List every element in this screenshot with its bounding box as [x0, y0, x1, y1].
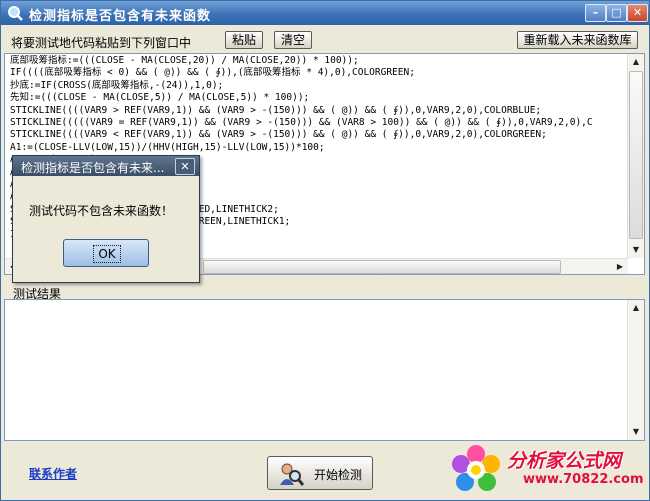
start-check-button[interactable]: 开始检测 [267, 456, 373, 490]
code-line: STICKLINE((((VAR9 < REF(VAR9,1)) && (VAR… [10, 129, 547, 141]
code-line: 底部吸筹指标:=(((CLOSE - MA(CLOSE,20)) / MA(CL… [10, 55, 359, 66]
scroll-up-arrow-icon[interactable]: ▲ [628, 54, 644, 70]
code-line: 先知:=(((CLOSE - MA(CLOSE,5)) / MA(CLOSE,5… [10, 92, 310, 104]
contact-author-link[interactable]: 联系作者 [29, 465, 77, 482]
minimize-button[interactable]: – [585, 4, 606, 22]
title-bar[interactable]: 检测指标是否包含有未来函数 – □ ✕ [1, 1, 649, 25]
instruction-label: 将要测试地代码粘贴到下列窗口中 [11, 36, 192, 50]
results-scroll-up-icon[interactable]: ▲ [628, 300, 644, 316]
code-line: A1:=(CLOSE-LLV(LOW,15))/(HHV(HIGH,15)-LL… [10, 141, 325, 153]
code-line: 抄底:=IF(CROSS(底部吸筹指标,-(24)),1,0); [10, 79, 224, 91]
h-scroll-thumb[interactable] [203, 260, 561, 274]
message-dialog: 检测指标是否包含有未来... ✕ 测试代码不包含未来函数！ OK [12, 155, 200, 283]
dialog-body: 测试代码不包含未来函数！ OK [13, 176, 199, 282]
scroll-thumb[interactable] [629, 71, 643, 239]
close-button[interactable]: ✕ [627, 4, 648, 22]
results-vertical-scrollbar[interactable]: ▲ ▼ [627, 300, 644, 440]
logo-url: www.70822.com [523, 472, 644, 487]
results-scroll-down-icon[interactable]: ▼ [628, 424, 644, 440]
maximize-button[interactable]: □ [606, 4, 627, 22]
site-logo: 分析家公式网 www.70822.com [447, 442, 647, 494]
code-line: STICKLINE((((VAR9 > REF(VAR9,1)) && (VAR… [10, 104, 542, 116]
window-title: 检测指标是否包含有未来函数 [29, 9, 212, 24]
start-check-label: 开始检测 [314, 468, 363, 482]
code-line: IF((((底部吸筹指标 < 0) && ( @)) && ( ∮)),(底部吸… [10, 67, 415, 79]
dialog-title: 检测指标是否包含有未来... [21, 161, 165, 175]
scroll-right-arrow-icon[interactable]: ▶ [612, 259, 628, 274]
code-vertical-scrollbar[interactable]: ▲ ▼ [627, 54, 644, 258]
code-line: STICKLINE(((((VAR9 = REF(VAR9,1)) && (VA… [10, 117, 593, 129]
dialog-title-bar[interactable]: 检测指标是否包含有未来... ✕ [13, 156, 199, 176]
logo-name: 分析家公式网 [507, 450, 622, 472]
dialog-message: 测试代码不包含未来函数！ [29, 204, 174, 218]
dialog-close-icon[interactable]: ✕ [175, 158, 195, 175]
user-search-icon [280, 463, 304, 486]
paste-button[interactable]: 粘贴 [225, 31, 263, 49]
scroll-down-arrow-icon[interactable]: ▼ [628, 242, 644, 258]
reload-library-button[interactable]: 重新载入未来函数库 [517, 31, 638, 49]
ok-button[interactable]: OK [63, 239, 149, 267]
clear-button[interactable]: 清空 [274, 31, 312, 49]
app-search-icon [8, 6, 23, 21]
flower-logo-icon [452, 445, 500, 491]
results-area[interactable]: ▲ ▼ [4, 299, 645, 441]
ok-button-label: OK [93, 245, 121, 263]
